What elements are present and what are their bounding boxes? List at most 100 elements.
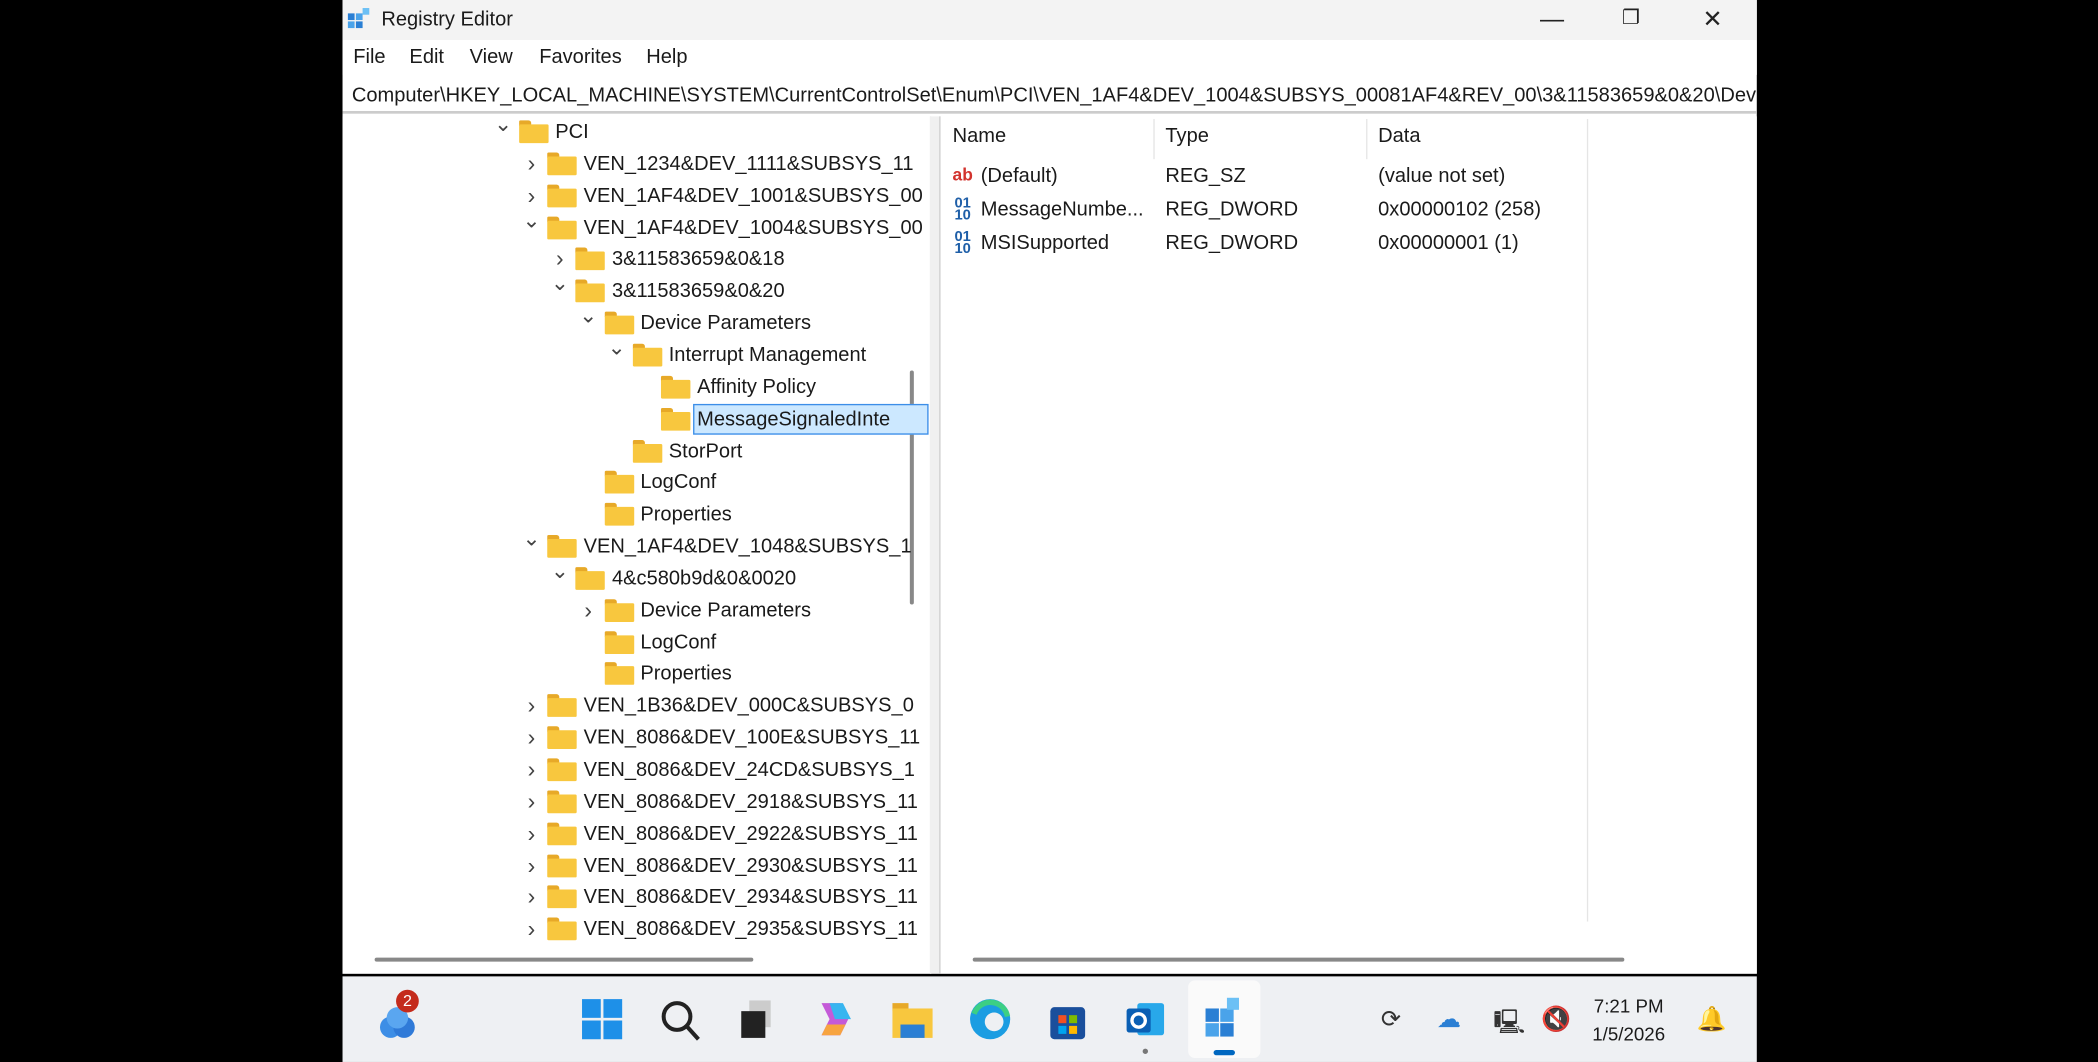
tree-horizontal-scrollbar[interactable] <box>374 957 754 962</box>
chevron-right-icon[interactable]: › <box>522 754 541 785</box>
tree-node[interactable]: › VEN_8086&DEV_24CD&SUBSYS_1 <box>343 754 930 785</box>
task-view-button[interactable] <box>733 995 781 1043</box>
tree-node[interactable]: ⌄ 4&c580b9d&0&0020 <box>343 560 930 594</box>
list-horizontal-scrollbar[interactable] <box>972 957 1625 962</box>
key-tree[interactable]: ⌄ PCI › VEN_1234&DEV_1111&SUBSYS_11 › VEN_1AF… <box>342 116 932 974</box>
tree-node[interactable]: › VEN_1B36&DEV_000C&SUBSYS_0 <box>343 691 930 722</box>
tree-node[interactable]: › 3&11583659&0&18 <box>343 244 930 275</box>
registry-editor-taskbar-button[interactable] <box>1188 980 1261 1058</box>
tree-node[interactable]: Properties <box>343 499 930 530</box>
value-row[interactable]: ab (Default) REG_SZ (value not set) <box>941 162 1587 191</box>
chevron-right-icon[interactable]: › <box>522 148 541 179</box>
search-button[interactable] <box>656 995 704 1043</box>
folder-icon <box>547 216 577 239</box>
chevron-right-icon[interactable]: › <box>522 882 541 913</box>
column-divider[interactable] <box>1366 119 1368 160</box>
chevron-down-icon[interactable]: ⌄ <box>494 116 513 140</box>
outlook-button[interactable] <box>1121 995 1169 1054</box>
sync-status-icon[interactable]: ⟳ <box>1381 1006 1401 1034</box>
clock[interactable]: 7:21 PM 1/5/2026 <box>1592 992 1665 1048</box>
chevron-down-icon[interactable]: ⌄ <box>522 205 541 236</box>
folder-icon <box>547 854 577 877</box>
folder-icon <box>632 343 663 367</box>
tree-node-label: VEN_8086&DEV_2922&SUBSYS_11 <box>583 822 918 845</box>
tree-node[interactable]: ⌄ Device Parameters <box>343 305 930 339</box>
chevron-right-icon[interactable]: › <box>579 595 598 626</box>
chevron-right-icon[interactable]: › <box>522 818 541 849</box>
column-header-data[interactable]: Data <box>1378 124 1420 147</box>
chevron-down-icon[interactable]: ⌄ <box>607 333 626 364</box>
tree-node[interactable]: Affinity Policy <box>343 372 930 403</box>
weather-widget[interactable]: 2 <box>375 989 423 1043</box>
tree-node[interactable]: Properties <box>343 659 930 690</box>
address-bar[interactable]: Computer\HKEY_LOCAL_MACHINE\SYSTEM\Curre… <box>342 78 1757 114</box>
tree-node-label: Affinity Policy <box>697 375 817 399</box>
network-icon[interactable]: 🖳 <box>1493 1006 1525 1046</box>
tree-node[interactable]: › VEN_8086&DEV_2930&SUBSYS_11 <box>343 850 930 881</box>
volume-muted-icon[interactable]: 🔇 <box>1541 1006 1571 1034</box>
tree-node[interactable]: ⌄ VEN_1AF4&DEV_1048&SUBSYS_1 <box>343 528 930 562</box>
edge-button[interactable] <box>966 995 1014 1043</box>
value-row[interactable]: 01 10 MSISupported REG_DWORD 0x00000001 (1) <box>941 229 1587 258</box>
tree-node[interactable]: MessageSignaledInte <box>343 403 930 435</box>
tree-node-label: LogConf <box>640 471 717 494</box>
tree-node[interactable]: › VEN_1AF4&DEV_1001&SUBSYS_00 <box>343 180 930 211</box>
column-divider[interactable] <box>1153 119 1155 160</box>
value-data: (value not set) <box>1378 164 1506 188</box>
tree-node-label: 3&11583659&0&18 <box>611 247 785 271</box>
close-button[interactable]: ✕ <box>1673 0 1753 40</box>
tree-node[interactable]: ⌄ 3&11583659&0&20 <box>343 273 930 307</box>
tree-node[interactable]: › VEN_1234&DEV_1111&SUBSYS_11 <box>343 148 930 179</box>
store-button[interactable] <box>1044 995 1092 1043</box>
tree-node[interactable]: ⌄ VEN_1AF4&DEV_1004&SUBSYS_00 <box>343 209 930 243</box>
tree-node[interactable]: StorPort <box>343 435 930 466</box>
menu-edit[interactable]: Edit <box>409 45 444 68</box>
values-list[interactable]: Name Type Data ab (Default) REG_SZ (value n… <box>940 116 1757 974</box>
tree-node[interactable]: › VEN_8086&DEV_100E&SUBSYS_11 <box>343 722 930 753</box>
tree-node[interactable]: LogConf <box>343 467 930 498</box>
notifications-icon[interactable]: 🔔 <box>1697 1006 1727 1034</box>
chevron-down-icon[interactable]: ⌄ <box>550 556 569 587</box>
folder-icon <box>547 726 577 750</box>
chevron-right-icon[interactable]: › <box>522 722 541 753</box>
maximize-button[interactable]: ❐ <box>1591 0 1671 40</box>
column-header-type[interactable]: Type <box>1165 124 1209 147</box>
tree-node[interactable]: › VEN_8086&DEV_2935&SUBSYS_11 <box>343 914 930 945</box>
binary-value-icon: 01 10 <box>954 228 971 257</box>
folder-icon <box>604 311 634 335</box>
folder-icon <box>892 1003 933 1038</box>
start-button[interactable] <box>578 995 626 1043</box>
chevron-right-icon[interactable]: › <box>522 914 541 945</box>
chevron-down-icon[interactable]: ⌄ <box>550 269 569 300</box>
tree-node-label: VEN_1234&DEV_1111&SUBSYS_11 <box>583 152 914 176</box>
pane-splitter[interactable] <box>929 116 941 974</box>
column-header-name[interactable]: Name <box>953 124 1007 147</box>
chevron-right-icon[interactable]: › <box>522 850 541 881</box>
file-explorer-button[interactable] <box>888 995 936 1043</box>
tree-node-label: VEN_1AF4&DEV_1001&SUBSYS_00 <box>583 184 923 207</box>
menu-favorites[interactable]: Favorites <box>539 45 622 68</box>
tree-node[interactable]: ⌄ Interrupt Management <box>343 337 930 371</box>
tree-node[interactable]: ⌄ PCI <box>343 116 930 147</box>
tree-node-label: StorPort <box>668 439 743 463</box>
chevron-down-icon[interactable]: ⌄ <box>522 524 541 555</box>
menu-help[interactable]: Help <box>646 45 687 68</box>
chevron-down-icon[interactable]: ⌄ <box>579 301 598 332</box>
menu-view[interactable]: View <box>470 45 513 68</box>
title-bar[interactable]: Registry Editor — ❐ ✕ <box>342 0 1757 41</box>
tree-node[interactable]: › VEN_8086&DEV_2918&SUBSYS_11 <box>343 786 930 817</box>
tree-node[interactable]: › Device Parameters <box>343 595 930 626</box>
chevron-right-icon[interactable]: › <box>522 691 541 722</box>
copilot-button[interactable] <box>811 995 859 1043</box>
outlook-icon <box>1126 1003 1165 1036</box>
tree-node[interactable]: › VEN_8086&DEV_2934&SUBSYS_11 <box>343 882 930 913</box>
tree-node[interactable]: › VEN_8086&DEV_2922&SUBSYS_11 <box>343 818 930 849</box>
onedrive-icon[interactable]: ☁ <box>1437 1006 1461 1034</box>
menu-file[interactable]: File <box>353 45 385 68</box>
minimize-button[interactable]: — <box>1512 0 1592 40</box>
folder-icon <box>575 279 606 303</box>
value-row[interactable]: 01 10 MessageNumbe... REG_DWORD 0x00000102 (… <box>941 195 1587 224</box>
tree-node[interactable]: LogConf <box>343 627 930 658</box>
chevron-right-icon[interactable]: › <box>522 786 541 817</box>
tree-node-label: 3&11583659&0&20 <box>611 279 785 303</box>
